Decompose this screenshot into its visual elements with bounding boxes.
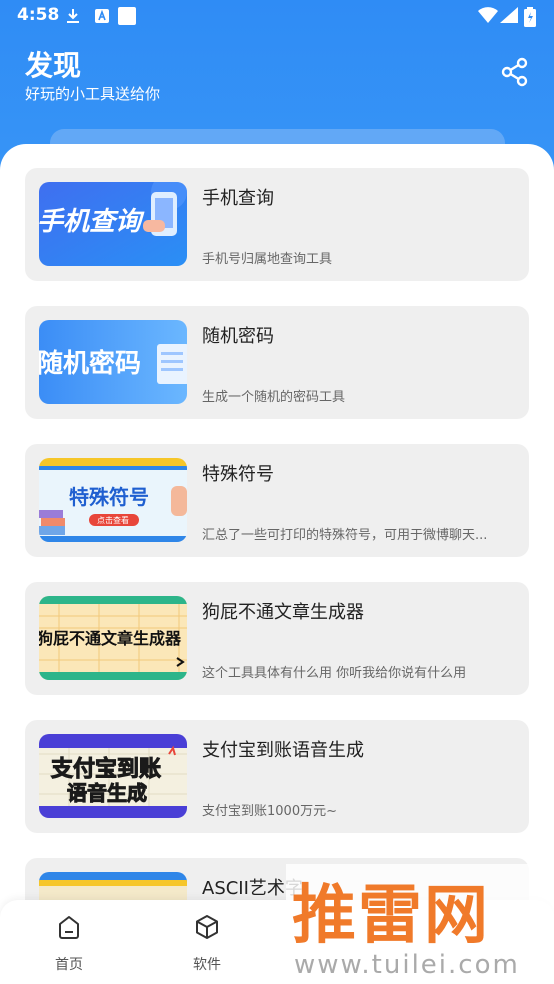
battery-icon: [524, 7, 536, 27]
cube-icon: [196, 915, 218, 939]
tool-title: 特殊符号: [202, 464, 274, 485]
keyboard-a-icon: [95, 9, 109, 23]
tool-desc: 手机号归属地查询工具: [202, 252, 333, 267]
tool-desc: 支付宝到账1000万元~: [202, 804, 337, 819]
tool-title: 支付宝到账语音生成: [202, 740, 364, 761]
download-icon: [67, 9, 79, 23]
special-symbols-thumbnail: 特殊符号 点击查看: [39, 458, 187, 542]
tool-desc: 这个工具具体有什么用 你听我给你说有什么用: [202, 666, 467, 681]
tool-card-alipay-voice[interactable]: 支付宝到账 语音生成 支付宝到账语音生成 支付宝到账1000万元~: [25, 720, 529, 833]
tool-card-special-symbols[interactable]: 特殊符号 点击查看 特殊符号 汇总了一些可打印的特殊符号，可用于微博聊天...: [25, 444, 529, 557]
svg-text:语音生成: 语音生成: [67, 781, 147, 805]
nav-item-home[interactable]: 首页: [34, 914, 104, 974]
svg-text:狗屁不通文章生成器: 狗屁不通文章生成器: [39, 629, 182, 648]
signal-icon: [500, 7, 518, 23]
tool-desc: 汇总了一些可打印的特殊符号，可用于微博聊天...: [202, 528, 488, 543]
tool-list: 手机查询 手机查询 手机号归属地查询工具 随机密码 随机密码 生成一个随机的密码…: [0, 144, 554, 984]
notification-square-icon: [118, 7, 136, 25]
watermark: 推雷网 www.tuilei.com: [286, 864, 554, 984]
tool-title: 随机密码: [202, 326, 274, 347]
tool-title: 手机查询: [202, 188, 274, 209]
tool-desc: 生成一个随机的密码工具: [202, 390, 346, 405]
svg-text:手机查询: 手机查询: [39, 207, 145, 237]
watermark-url: www.tuilei.com: [294, 950, 520, 980]
svg-text:支付宝到账: 支付宝到账: [51, 756, 161, 782]
article-generator-thumbnail: 狗屁不通文章生成器: [39, 596, 187, 680]
nav-label: 首页: [55, 957, 83, 973]
home-icon: [59, 916, 79, 939]
page-title: 发现: [25, 49, 82, 82]
tool-card-phone-query[interactable]: 手机查询 手机查询 手机号归属地查询工具: [25, 168, 529, 281]
watermark-logo: 推雷网: [292, 879, 490, 953]
alipay-voice-thumbnail: 支付宝到账 语音生成: [39, 734, 187, 818]
svg-text:点击查看: 点击查看: [97, 515, 129, 525]
phone-query-thumbnail: 手机查询: [39, 182, 187, 266]
svg-text:随机密码: 随机密码: [39, 348, 141, 379]
random-password-thumbnail: 随机密码: [39, 320, 187, 404]
nav-label: 软件: [193, 957, 221, 973]
tool-title: 狗屁不通文章生成器: [202, 602, 364, 623]
wifi-icon: [478, 7, 498, 23]
page-subtitle: 好玩的小工具送给你: [25, 85, 161, 103]
svg-text:特殊符号: 特殊符号: [69, 485, 149, 509]
status-time: 4:58: [17, 5, 60, 25]
tool-card-article-generator[interactable]: 狗屁不通文章生成器 狗屁不通文章生成器 这个工具具体有什么用 你听我给你说有什么…: [25, 582, 529, 695]
tool-card-random-password[interactable]: 随机密码 随机密码 生成一个随机的密码工具: [25, 306, 529, 419]
share-icon[interactable]: [499, 56, 531, 88]
nav-item-software[interactable]: 软件: [172, 914, 242, 974]
status-bar: 4:58: [0, 0, 554, 32]
